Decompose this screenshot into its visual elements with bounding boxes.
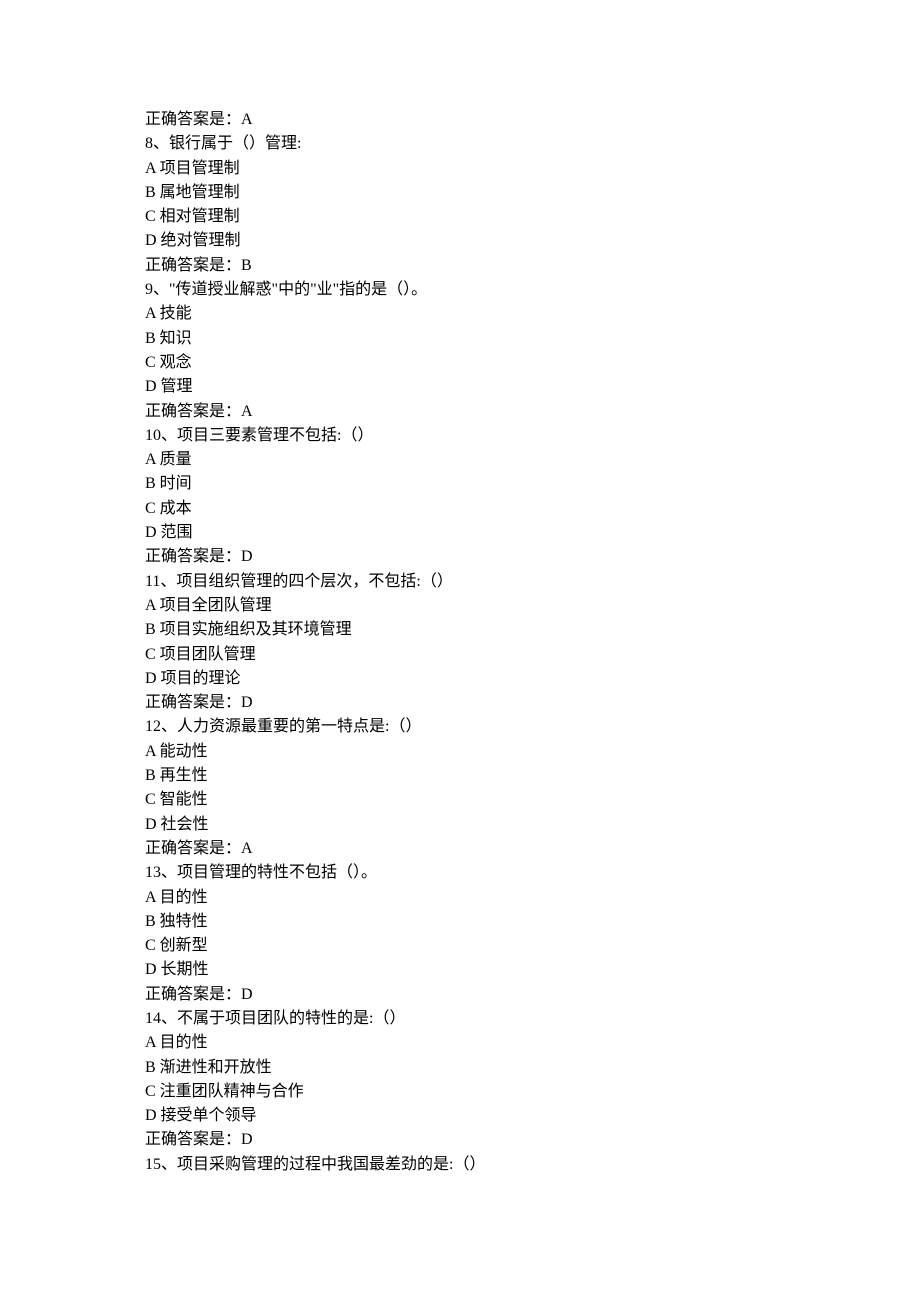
text-line: A 技能 bbox=[145, 302, 920, 326]
text-line: C 创新型 bbox=[145, 934, 920, 958]
text-line: B 渐进性和开放性 bbox=[145, 1056, 920, 1080]
text-line: D 管理 bbox=[145, 375, 920, 399]
text-line: A 项目全团队管理 bbox=[145, 594, 920, 618]
text-line: 8、银行属于（）管理: bbox=[145, 132, 920, 156]
text-line: 12、人力资源最重要的第一特点是:（） bbox=[145, 715, 920, 739]
text-line: C 智能性 bbox=[145, 788, 920, 812]
text-line: 正确答案是：A bbox=[145, 837, 920, 861]
text-line: C 成本 bbox=[145, 497, 920, 521]
text-line: A 项目管理制 bbox=[145, 157, 920, 181]
document-page: 正确答案是：A8、银行属于（）管理:A 项目管理制B 属地管理制C 相对管理制D… bbox=[0, 0, 920, 1302]
text-line: D 绝对管理制 bbox=[145, 229, 920, 253]
text-line: C 项目团队管理 bbox=[145, 643, 920, 667]
text-line: A 质量 bbox=[145, 448, 920, 472]
text-line: D 接受单个领导 bbox=[145, 1104, 920, 1128]
text-line: D 社会性 bbox=[145, 813, 920, 837]
text-line: 正确答案是：D bbox=[145, 1128, 920, 1152]
text-line: B 独特性 bbox=[145, 910, 920, 934]
text-line: 正确答案是：D bbox=[145, 983, 920, 1007]
text-line: C 观念 bbox=[145, 351, 920, 375]
text-line: C 注重团队精神与合作 bbox=[145, 1080, 920, 1104]
text-line: 正确答案是：A bbox=[145, 108, 920, 132]
text-line: B 知识 bbox=[145, 327, 920, 351]
text-line: 正确答案是：D bbox=[145, 545, 920, 569]
text-line: A 目的性 bbox=[145, 886, 920, 910]
text-line: 13、项目管理的特性不包括（）。 bbox=[145, 861, 920, 885]
text-line: B 属地管理制 bbox=[145, 181, 920, 205]
text-line: B 再生性 bbox=[145, 764, 920, 788]
text-line: 11、项目组织管理的四个层次，不包括:（） bbox=[145, 570, 920, 594]
text-line: 正确答案是：A bbox=[145, 400, 920, 424]
document-body: 正确答案是：A8、银行属于（）管理:A 项目管理制B 属地管理制C 相对管理制D… bbox=[145, 108, 920, 1177]
text-line: 10、项目三要素管理不包括:（） bbox=[145, 424, 920, 448]
text-line: 14、不属于项目团队的特性的是:（） bbox=[145, 1007, 920, 1031]
text-line: A 目的性 bbox=[145, 1031, 920, 1055]
text-line: D 范围 bbox=[145, 521, 920, 545]
text-line: 正确答案是：B bbox=[145, 254, 920, 278]
text-line: B 项目实施组织及其环境管理 bbox=[145, 618, 920, 642]
text-line: 9、"传道授业解惑"中的"业"指的是（）。 bbox=[145, 278, 920, 302]
text-line: 15、项目采购管理的过程中我国最差劲的是:（） bbox=[145, 1153, 920, 1177]
text-line: B 时间 bbox=[145, 472, 920, 496]
text-line: D 长期性 bbox=[145, 958, 920, 982]
text-line: A 能动性 bbox=[145, 740, 920, 764]
text-line: D 项目的理论 bbox=[145, 667, 920, 691]
text-line: 正确答案是：D bbox=[145, 691, 920, 715]
text-line: C 相对管理制 bbox=[145, 205, 920, 229]
